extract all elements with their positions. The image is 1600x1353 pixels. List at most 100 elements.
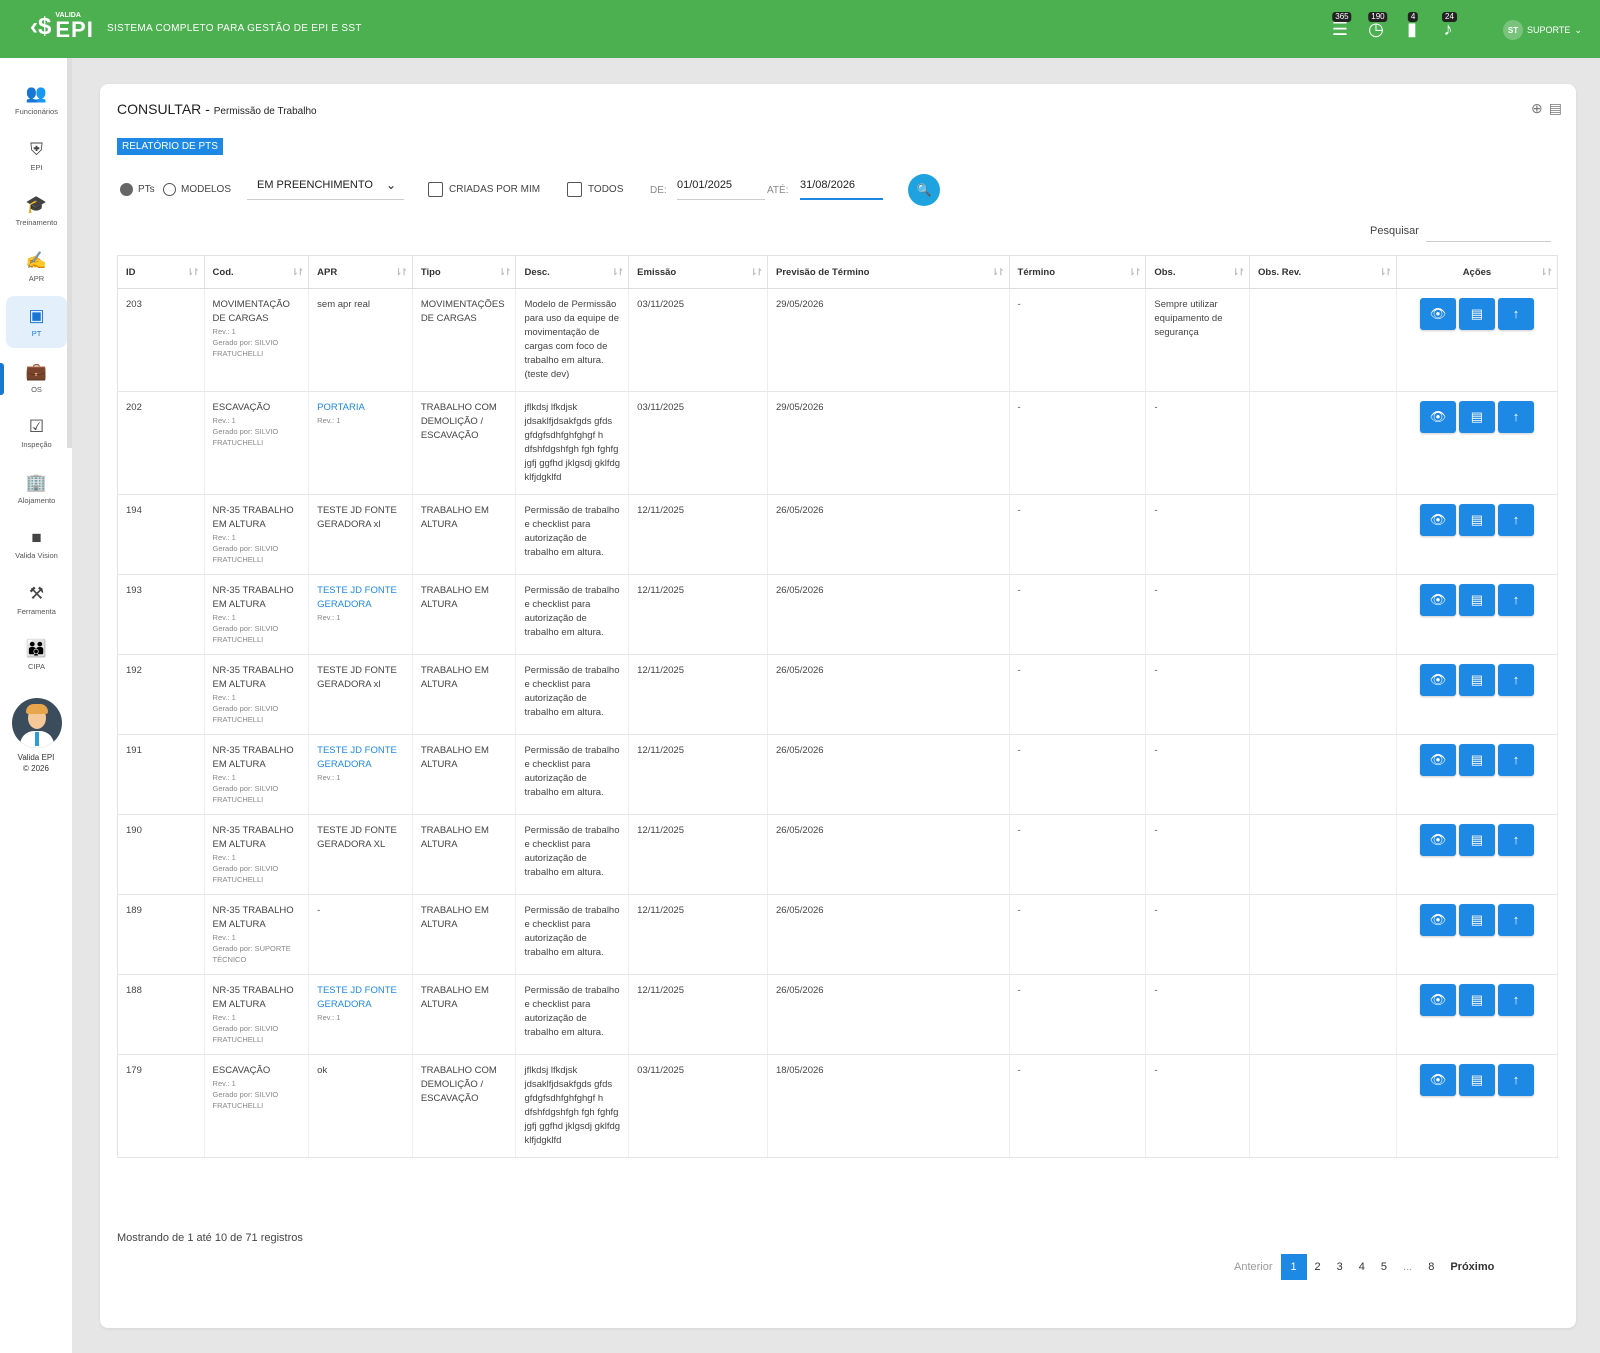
history-clock-icon[interactable]: ◷ 190 bbox=[1366, 12, 1388, 40]
pdf-button[interactable]: ▤ bbox=[1458, 744, 1495, 776]
sidebar-item-apr[interactable]: ✍ APR bbox=[6, 241, 67, 293]
table-row: 190 NR-35 TRABALHO EM ALTURA Rev.: 1 Gerado… bbox=[117, 814, 1559, 895]
pdf-button[interactable]: ▤ bbox=[1458, 984, 1495, 1016]
apr-link[interactable]: PORTARIA bbox=[317, 402, 365, 413]
pdf-button[interactable]: ▤ bbox=[1458, 1064, 1495, 1096]
view-button[interactable]: 👁 bbox=[1419, 584, 1456, 616]
view-button[interactable]: 👁 bbox=[1419, 824, 1456, 856]
pagination-page[interactable]: 8 bbox=[1420, 1254, 1442, 1280]
view-button[interactable]: 👁 bbox=[1419, 904, 1456, 936]
cell-termino: - bbox=[1009, 494, 1147, 575]
date-from-input[interactable]: 01/01/2025 bbox=[677, 174, 765, 200]
upload-button[interactable]: ↑ bbox=[1497, 664, 1534, 696]
view-button[interactable]: 👁 bbox=[1419, 504, 1456, 536]
col-header-emissao[interactable]: Emissão ⇂↾ bbox=[628, 255, 769, 289]
sidebar-item-treinamento[interactable]: 🎓 Treinamento bbox=[6, 185, 67, 237]
radio-pts[interactable]: PTs bbox=[120, 183, 155, 196]
pdf-button[interactable]: ▤ bbox=[1458, 584, 1495, 616]
cell-id: 189 bbox=[117, 894, 205, 975]
upload-button[interactable]: ↑ bbox=[1497, 1064, 1534, 1096]
sidebar-item-alojamento[interactable]: 🏢 Alojamento bbox=[6, 463, 67, 515]
pdf-button[interactable]: ▤ bbox=[1458, 824, 1495, 856]
col-header-cod[interactable]: Cod. ⇂↾ bbox=[204, 255, 310, 289]
upload-button[interactable]: ↑ bbox=[1497, 984, 1534, 1016]
apr-link[interactable]: TESTE JD FONTE GERADORA bbox=[317, 585, 397, 610]
pagination-page[interactable]: 1 bbox=[1280, 1254, 1307, 1280]
cell-emissao: 12/11/2025 bbox=[628, 894, 769, 975]
pdf-button[interactable]: ▤ bbox=[1458, 298, 1495, 330]
apr-link[interactable]: TESTE JD FONTE GERADORA bbox=[317, 985, 397, 1010]
sidebar-item-os[interactable]: 💼 OS bbox=[6, 352, 67, 404]
search-input[interactable] bbox=[1426, 222, 1551, 242]
view-button[interactable]: 👁 bbox=[1419, 298, 1456, 330]
cell-apr[interactable]: TESTE JD FONTE GERADORA Rev.: 1 bbox=[308, 574, 413, 655]
upload-button[interactable]: ↑ bbox=[1497, 584, 1534, 616]
view-button[interactable]: 👁 bbox=[1419, 984, 1456, 1016]
view-button[interactable]: 👁 bbox=[1419, 401, 1456, 433]
table-row: 193 NR-35 TRABALHO EM ALTURA Rev.: 1 Gerado… bbox=[117, 574, 1559, 655]
add-circle-icon[interactable]: ⊕ bbox=[1531, 100, 1543, 117]
cell-cod: NR-35 TRABALHO EM ALTURA Rev.: 1 Gerado po… bbox=[204, 734, 310, 815]
col-header-tipo[interactable]: Tipo ⇂↾ bbox=[412, 255, 517, 289]
col-header-desc[interactable]: Desc. ⇂↾ bbox=[515, 255, 630, 289]
status-select[interactable]: EM PREENCHIMENTO ⌄ bbox=[247, 174, 404, 200]
sidebar-scrollbar[interactable] bbox=[67, 58, 72, 448]
cod-gerado-por: Gerado por: SILVIO FRATUCHELLI bbox=[212, 864, 279, 884]
valida-epi-logo[interactable]: ‹$ VALIDA EPI bbox=[30, 12, 94, 41]
upload-button[interactable]: ↑ bbox=[1497, 824, 1534, 856]
pagination-prev[interactable]: Anterior bbox=[1226, 1254, 1281, 1280]
sidebar-item-funcionarios[interactable]: 👥 Funcionários bbox=[6, 74, 67, 126]
cell-apr[interactable]: PORTARIA Rev.: 1 bbox=[308, 391, 413, 495]
view-button[interactable]: 👁 bbox=[1419, 1064, 1456, 1096]
pdf-button[interactable]: ▤ bbox=[1458, 401, 1495, 433]
upload-button[interactable]: ↑ bbox=[1497, 298, 1534, 330]
radio-modelos[interactable]: MODELOS bbox=[163, 183, 231, 196]
pdf-button[interactable]: ▤ bbox=[1458, 664, 1495, 696]
upload-button[interactable]: ↑ bbox=[1497, 401, 1534, 433]
col-header-id[interactable]: ID ⇂↾ bbox=[117, 255, 205, 289]
cell-desc: Permissão de trabalho e checklist para a… bbox=[515, 574, 630, 655]
pagination-page[interactable]: 5 bbox=[1373, 1254, 1395, 1280]
col-header-termino[interactable]: Término ⇂↾ bbox=[1009, 255, 1147, 289]
pagination-page[interactable]: 4 bbox=[1351, 1254, 1373, 1280]
col-header-previsao[interactable]: Previsão de Término ⇂↾ bbox=[767, 255, 1010, 289]
cell-apr[interactable]: TESTE JD FONTE GERADORA Rev.: 1 bbox=[308, 974, 413, 1055]
col-header-acoes[interactable]: Ações ⇂↾ bbox=[1396, 255, 1559, 289]
col-header-apr[interactable]: APR ⇂↾ bbox=[308, 255, 413, 289]
date-to-input[interactable]: 31/08/2026 bbox=[800, 174, 883, 200]
search-button[interactable]: 🔍 bbox=[908, 174, 940, 206]
upload-button[interactable]: ↑ bbox=[1497, 744, 1534, 776]
sidebar-item-ferramenta[interactable]: ⚒ Ferramenta bbox=[6, 574, 67, 626]
col-header-obs[interactable]: Obs. ⇂↾ bbox=[1145, 255, 1250, 289]
user-menu[interactable]: ST SUPORTE ⌄ bbox=[1503, 20, 1582, 40]
sidebar-item-inspecao[interactable]: ☑ Inspeção bbox=[6, 407, 67, 459]
sidebar-item-epi[interactable]: ⛨ EPI bbox=[6, 130, 67, 182]
sidebar-item-label: OS bbox=[31, 384, 42, 394]
apr-link[interactable]: TESTE JD FONTE GERADORA bbox=[317, 745, 397, 770]
sidebar-item-cipa[interactable]: 👪 CIPA bbox=[6, 629, 67, 681]
view-button[interactable]: 👁 bbox=[1419, 744, 1456, 776]
upload-button[interactable]: ↑ bbox=[1497, 504, 1534, 536]
checkbox-todos[interactable]: TODOS bbox=[567, 182, 623, 197]
pdf-icon: ▤ bbox=[1470, 672, 1484, 687]
eye-icon: 👁 bbox=[1429, 912, 1447, 927]
pdf-button[interactable]: ▤ bbox=[1458, 504, 1495, 536]
file-icon[interactable]: ▤ bbox=[1549, 100, 1562, 117]
document-icon[interactable]: ▮ 4 bbox=[1402, 12, 1422, 40]
checkbox-criadas-por-mim[interactable]: CRIADAS POR MIM bbox=[428, 182, 540, 197]
sidebar-item-pt[interactable]: ▣ PT bbox=[6, 296, 67, 348]
sidebar-item-valida-vision[interactable]: ■ Valida Vision bbox=[6, 518, 67, 570]
pdf-button[interactable]: ▤ bbox=[1458, 904, 1495, 936]
pagination-page[interactable]: 2 bbox=[1307, 1254, 1329, 1280]
report-pts-button[interactable]: RELATÓRIO DE PTS bbox=[117, 138, 223, 155]
cell-apr[interactable]: TESTE JD FONTE GERADORA Rev.: 1 bbox=[308, 734, 413, 815]
cod-gerado-por: Gerado por: SILVIO FRATUCHELLI bbox=[212, 1024, 279, 1044]
pagination-next[interactable]: Próximo bbox=[1442, 1254, 1502, 1280]
upload-button[interactable]: ↑ bbox=[1497, 904, 1534, 936]
col-header-obs-rev[interactable]: Obs. Rev. ⇂↾ bbox=[1249, 255, 1397, 289]
cell-apr: ok bbox=[308, 1054, 413, 1158]
expired-list-icon[interactable]: ☰ 365 bbox=[1330, 12, 1352, 40]
pagination-page[interactable]: 3 bbox=[1329, 1254, 1351, 1280]
notification-bell-icon[interactable]: ♪ 24 bbox=[1438, 12, 1458, 40]
view-button[interactable]: 👁 bbox=[1419, 664, 1456, 696]
